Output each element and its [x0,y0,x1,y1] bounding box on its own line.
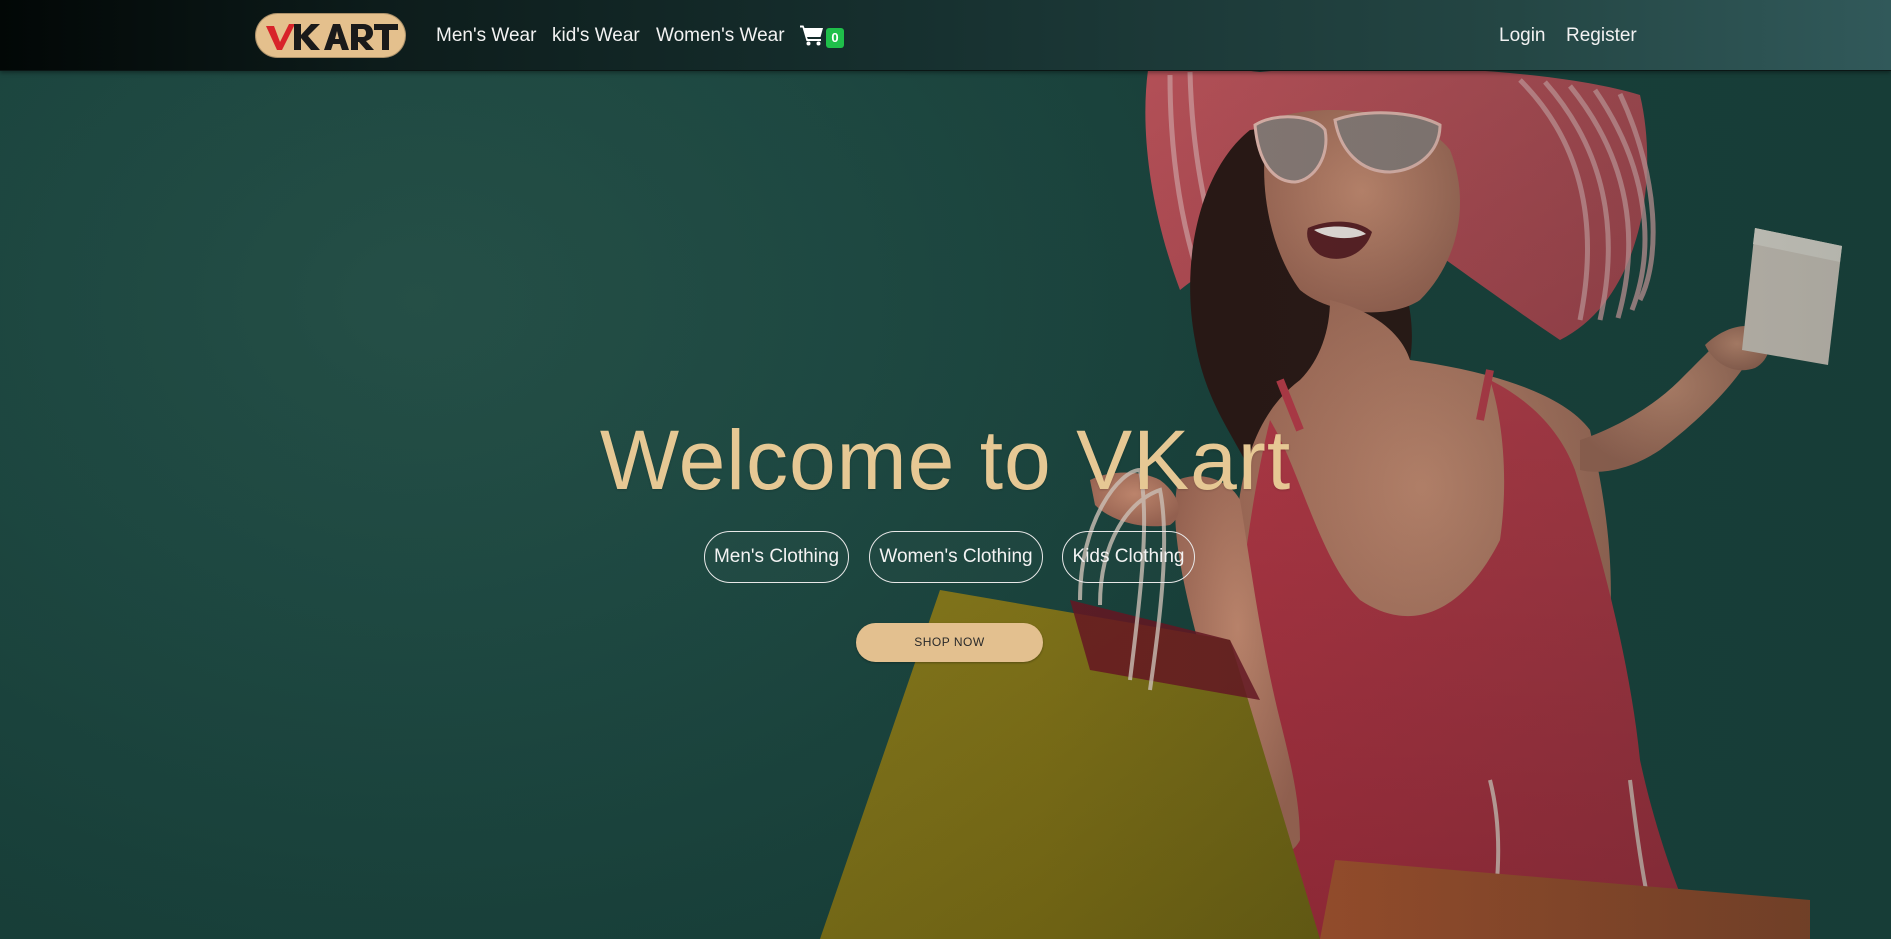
nav-mens-wear[interactable]: Men's Wear [436,22,536,50]
navbar: Men's Wear kid's Wear Women's Wear 0 Log… [0,0,1891,71]
category-kids-clothing[interactable]: Kids Clothing [1062,531,1195,583]
brand-logo[interactable] [255,13,406,58]
cart-button[interactable]: 0 [800,24,848,52]
nav-register[interactable]: Register [1566,22,1637,50]
nav-login[interactable]: Login [1499,22,1546,50]
cart-count-badge: 0 [826,28,844,48]
category-mens-clothing[interactable]: Men's Clothing [704,531,849,583]
vkart-logo-icon [265,23,398,50]
nav-kids-wear[interactable]: kid's Wear [552,22,640,50]
page: Men's Wear kid's Wear Women's Wear 0 Log… [0,0,1891,939]
shop-now-button[interactable]: SHOP NOW [856,623,1043,662]
nav-womens-wear[interactable]: Women's Wear [656,22,785,50]
category-womens-clothing[interactable]: Women's Clothing [869,531,1043,583]
shopping-cart-icon [800,25,823,46]
hero-title: Welcome to VKart [599,413,1292,507]
